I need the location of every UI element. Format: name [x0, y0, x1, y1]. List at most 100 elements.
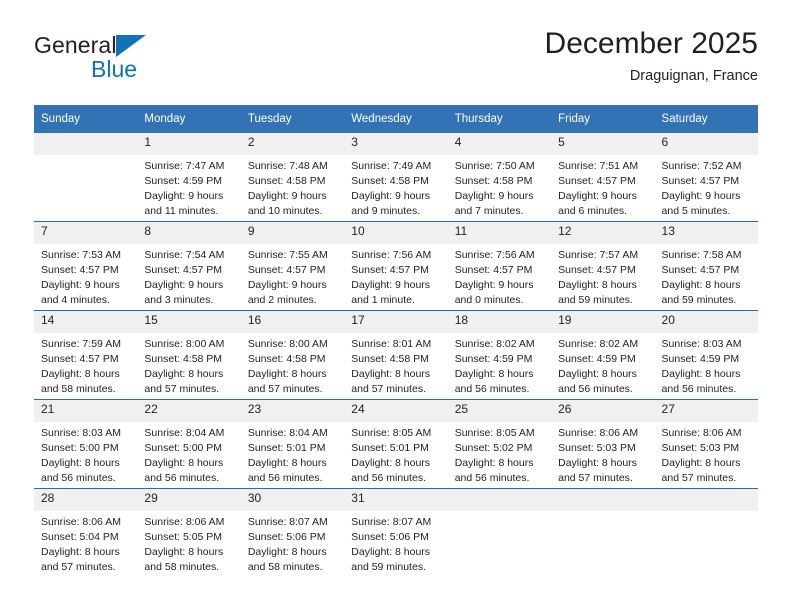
day-number: 4	[447, 133, 552, 155]
calendar-day-cell[interactable]: 20 Sunrise: 8:03 AM Sunset: 4:59 PM Dayligh…	[654, 310, 758, 400]
sunset-text: Sunset: 5:01 PM	[247, 441, 326, 454]
general-blue-logo[interactable]: General Blue	[34, 34, 254, 94]
calendar-day-cell[interactable]: 11 Sunrise: 7:56 AM Sunset: 4:57 PM Dayligh…	[447, 221, 552, 311]
calendar-day-cell[interactable]: 2 Sunrise: 7:48 AM Sunset: 4:58 PM Daylight…	[240, 133, 345, 222]
calendar-day-cell[interactable]: 31 Sunrise: 8:07 AM Sunset: 5:06 PM Dayligh…	[344, 488, 448, 577]
sunrise-text: Sunrise: 7:58 AM	[661, 249, 742, 261]
day-number: 10	[344, 222, 448, 244]
calendar-day-cell[interactable]: 7 Sunrise: 7:53 AM Sunset: 4:57 PM Daylight…	[34, 221, 138, 311]
sunrise-text: Sunrise: 7:57 AM	[558, 249, 639, 261]
calendar-week-row: 7 Sunrise: 7:53 AM Sunset: 4:57 PM Daylight…	[34, 221, 758, 311]
daylight-text-line1: Daylight: 8 hours	[661, 367, 741, 380]
calendar-day-cell[interactable]: 24 Sunrise: 8:05 AM Sunset: 5:01 PM Dayligh…	[344, 399, 448, 489]
calendar-day-cell[interactable]: 9 Sunrise: 7:55 AM Sunset: 4:57 PM Daylight…	[240, 221, 345, 311]
day-number: 23	[240, 400, 345, 422]
daylight-text-line1: Daylight: 8 hours	[247, 545, 327, 558]
calendar-day-cell[interactable]: 14 Sunrise: 7:59 AM Sunset: 4:57 PM Dayligh…	[34, 310, 138, 400]
calendar-day-cell[interactable]: 4 Sunrise: 7:50 AM Sunset: 4:58 PM Daylight…	[447, 133, 552, 222]
day-number	[447, 489, 552, 511]
daylight-text-line2: and 7 minutes.	[454, 204, 524, 217]
sunrise-text: Sunrise: 8:02 AM	[454, 338, 535, 350]
calendar-day-cell[interactable]: 6 Sunrise: 7:52 AM Sunset: 4:57 PM Daylight…	[654, 133, 758, 222]
sunset-text: Sunset: 4:58 PM	[454, 174, 533, 187]
day-number: 28	[34, 489, 138, 511]
day-details: Sunrise: 8:04 AM Sunset: 5:01 PM Daylight:…	[241, 422, 344, 486]
sunset-text: Sunset: 4:58 PM	[351, 174, 429, 187]
calendar-day-cell[interactable]: 26 Sunrise: 8:06 AM Sunset: 5:03 PM Dayligh…	[551, 399, 655, 489]
day-details: Sunrise: 8:00 AM Sunset: 4:58 PM Daylight:…	[137, 333, 240, 397]
calendar-day-cell[interactable]: 10 Sunrise: 7:56 AM Sunset: 4:57 PM Dayligh…	[344, 221, 448, 311]
calendar-day-cell[interactable]: 8 Sunrise: 7:54 AM Sunset: 4:57 PM Daylight…	[137, 221, 241, 311]
calendar-day-cell[interactable]: 30 Sunrise: 8:07 AM Sunset: 5:06 PM Dayligh…	[240, 488, 345, 577]
calendar-day-cell[interactable]: 19 Sunrise: 8:02 AM Sunset: 4:59 PM Dayligh…	[551, 310, 655, 400]
daylight-text-line2: and 56 minutes.	[454, 382, 530, 395]
daylight-text-line1: Daylight: 8 hours	[247, 456, 327, 469]
daylight-text-line2: and 59 minutes.	[351, 560, 426, 573]
day-number: 2	[240, 133, 345, 155]
calendar-day-cell[interactable]: 3 Sunrise: 7:49 AM Sunset: 4:58 PM Daylight…	[344, 133, 448, 222]
calendar-day-cell[interactable]: 18 Sunrise: 8:02 AM Sunset: 4:59 PM Dayligh…	[447, 310, 552, 400]
day-number: 17	[344, 311, 448, 333]
calendar-day-cell[interactable]: 17 Sunrise: 8:01 AM Sunset: 4:58 PM Dayligh…	[344, 310, 448, 400]
day-details: Sunrise: 7:56 AM Sunset: 4:57 PM Daylight:…	[344, 244, 447, 308]
calendar-day-cell[interactable]: 21 Sunrise: 8:03 AM Sunset: 5:00 PM Dayligh…	[34, 399, 138, 489]
daylight-text-line1: Daylight: 8 hours	[661, 456, 741, 469]
calendar-page: General Blue December 2025 Draguignan, F…	[0, 0, 792, 612]
day-number: 31	[344, 489, 448, 511]
day-number: 27	[654, 400, 758, 422]
sunset-text: Sunset: 4:57 PM	[351, 263, 429, 276]
page-title: December 2025	[544, 27, 758, 60]
sunrise-text: Sunrise: 8:06 AM	[144, 516, 225, 528]
calendar-cell-empty	[34, 133, 138, 222]
daylight-text-line1: Daylight: 9 hours	[144, 189, 224, 202]
sunrise-text: Sunrise: 8:07 AM	[247, 516, 328, 528]
calendar-day-cell[interactable]: 16 Sunrise: 8:00 AM Sunset: 4:58 PM Dayligh…	[240, 310, 345, 400]
day-number: 14	[34, 311, 138, 333]
daylight-text-line1: Daylight: 8 hours	[558, 456, 637, 469]
calendar-day-cell[interactable]: 27 Sunrise: 8:06 AM Sunset: 5:03 PM Dayligh…	[654, 399, 758, 489]
day-number: 12	[551, 222, 655, 244]
sunset-text: Sunset: 5:06 PM	[351, 530, 429, 543]
daylight-text-line2: and 6 minutes.	[558, 204, 627, 217]
calendar-day-cell[interactable]: 29 Sunrise: 8:06 AM Sunset: 5:05 PM Dayligh…	[137, 488, 241, 577]
day-details: Sunrise: 7:55 AM Sunset: 4:57 PM Daylight:…	[241, 244, 344, 308]
day-details: Sunrise: 7:57 AM Sunset: 4:57 PM Daylight:…	[551, 244, 654, 308]
day-number: 15	[137, 311, 241, 333]
sunrise-text: Sunrise: 8:06 AM	[661, 427, 742, 439]
logo-text-blue: Blue	[91, 56, 138, 82]
calendar-day-cell[interactable]: 12 Sunrise: 7:57 AM Sunset: 4:57 PM Dayligh…	[551, 221, 655, 311]
daylight-text-line2: and 57 minutes.	[661, 471, 737, 484]
calendar-day-cell[interactable]: 25 Sunrise: 8:05 AM Sunset: 5:02 PM Dayligh…	[447, 399, 552, 489]
calendar-day-cell[interactable]: 15 Sunrise: 8:00 AM Sunset: 4:58 PM Dayligh…	[137, 310, 241, 400]
sunrise-text: Sunrise: 8:06 AM	[558, 427, 639, 439]
daylight-text-line1: Daylight: 8 hours	[454, 367, 534, 380]
sunrise-text: Sunrise: 7:50 AM	[454, 160, 535, 172]
calendar-day-cell[interactable]: 28 Sunrise: 8:06 AM Sunset: 5:04 PM Dayligh…	[34, 488, 138, 577]
day-number: 30	[240, 489, 345, 511]
day-details: Sunrise: 7:54 AM Sunset: 4:57 PM Daylight:…	[137, 244, 240, 308]
daylight-text-line1: Daylight: 8 hours	[351, 367, 431, 380]
daylight-text-line1: Daylight: 8 hours	[41, 456, 120, 469]
sunrise-text: Sunrise: 8:00 AM	[247, 338, 328, 350]
daylight-text-line2: and 0 minutes.	[454, 293, 524, 306]
daylight-text-line1: Daylight: 8 hours	[558, 278, 637, 291]
calendar-day-cell[interactable]: 1 Sunrise: 7:47 AM Sunset: 4:59 PM Daylight…	[137, 133, 241, 222]
sunset-text: Sunset: 4:57 PM	[41, 352, 119, 365]
day-details: Sunrise: 7:56 AM Sunset: 4:57 PM Daylight:…	[448, 244, 551, 308]
sunset-text: Sunset: 4:57 PM	[41, 263, 119, 276]
sunset-text: Sunset: 5:00 PM	[144, 441, 223, 454]
sunset-text: Sunset: 4:57 PM	[558, 174, 636, 187]
daylight-text-line2: and 56 minutes.	[558, 382, 633, 395]
calendar-day-cell[interactable]: 13 Sunrise: 7:58 AM Sunset: 4:57 PM Dayligh…	[654, 221, 758, 311]
daylight-text-line2: and 58 minutes.	[41, 382, 116, 395]
sunrise-text: Sunrise: 7:51 AM	[558, 160, 639, 172]
calendar-day-cell[interactable]: 23 Sunrise: 8:04 AM Sunset: 5:01 PM Dayligh…	[240, 399, 345, 489]
daylight-text-line1: Daylight: 8 hours	[144, 456, 224, 469]
calendar-day-cell[interactable]: 22 Sunrise: 8:04 AM Sunset: 5:00 PM Dayligh…	[137, 399, 241, 489]
calendar-day-cell[interactable]: 5 Sunrise: 7:51 AM Sunset: 4:57 PM Daylight…	[551, 133, 655, 222]
day-number: 21	[34, 400, 138, 422]
title-block: December 2025 Draguignan, France	[544, 27, 758, 84]
sunset-text: Sunset: 4:58 PM	[247, 174, 326, 187]
day-number: 3	[344, 133, 448, 155]
day-details: Sunrise: 8:00 AM Sunset: 4:58 PM Daylight:…	[241, 333, 344, 397]
